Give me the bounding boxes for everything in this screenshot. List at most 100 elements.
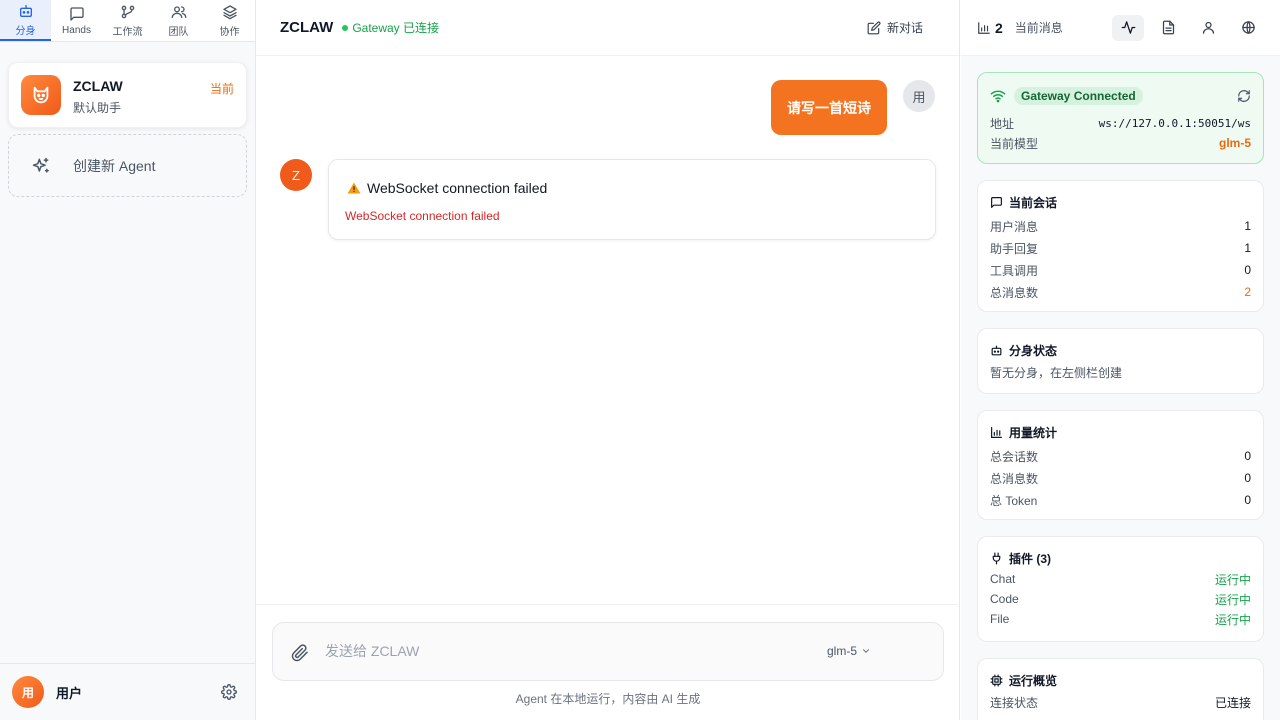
tab-label: 团队 — [168, 26, 189, 38]
message-square-icon — [991, 197, 1002, 208]
clones-empty: 暂无分身，在左侧栏创建 — [990, 361, 1251, 383]
bar-chart-icon — [978, 21, 990, 34]
stat-label: 连接状态 — [990, 695, 1039, 710]
stat-label: 总 Token — [990, 493, 1038, 508]
paperclip-icon[interactable] — [291, 644, 309, 662]
user-name: 用户 — [56, 685, 83, 701]
plugin-name: Code — [990, 592, 1019, 606]
stat-value: 已连接 — [1214, 695, 1251, 710]
gateway-model-row: 当前模型 glm-5 — [990, 133, 1251, 153]
sidebar-nav: 分身 Hands 工作流 团队 协作 — [0, 0, 255, 42]
layers-icon — [222, 4, 237, 19]
stat-row: 总消息数 0 — [990, 467, 1251, 489]
tab-hands[interactable]: Hands — [51, 0, 102, 41]
overview-stats: 连接状态 已连接 — [990, 691, 1251, 713]
tab-label: Hands — [62, 24, 91, 36]
edit-icon — [867, 21, 881, 34]
session-panel-title: 当前会话 — [990, 194, 1251, 211]
usage-title-text: 用量统计 — [1009, 426, 1058, 440]
sidebar: 分身 Hands 工作流 团队 协作 ZCLAW 默认助手 当前 创建新 Age… — [0, 0, 256, 720]
tab-collab[interactable]: 协作 — [204, 0, 255, 41]
tab-team[interactable]: 团队 — [153, 0, 204, 41]
error-title: WebSocket connection failed — [367, 180, 548, 196]
info-panel: 2 当前消息 Gateway Connected 地址 ws://127.0.0… — [961, 0, 1280, 720]
plugins-panel: 插件 (3) Chat 运行中 Code 运行中 File 运行中 — [977, 536, 1264, 642]
stat-row: 总 Token 0 — [990, 489, 1251, 511]
plugin-status: 运行中 — [1214, 612, 1251, 627]
status-view-button[interactable] — [1112, 14, 1144, 41]
gateway-status: Gateway 已连接 — [352, 21, 440, 35]
bar-chart-icon — [991, 427, 1002, 438]
message-count-label: 当前消息 — [1014, 21, 1063, 35]
assistant-avatar: Z — [280, 159, 312, 191]
refresh-icon[interactable] — [1237, 89, 1251, 103]
overview-panel-title: 运行概览 — [990, 672, 1251, 689]
session-panel: 当前会话 用户消息 1 助手回复 1 工具调用 0 总消息数 2 — [977, 180, 1264, 312]
stat-label: 用户消息 — [990, 219, 1039, 234]
user-avatar[interactable]: 用 — [12, 676, 44, 708]
address-label: 地址 — [990, 116, 1015, 131]
plugin-row: File 运行中 — [990, 609, 1251, 629]
stat-row: 用户消息 1 — [990, 215, 1251, 237]
new-chat-label: 新对话 — [886, 21, 923, 35]
overview-title-text: 运行概览 — [1009, 674, 1058, 688]
robot-icon — [19, 4, 32, 17]
tab-workflow[interactable]: 工作流 — [102, 0, 153, 41]
stat-row: 总消息数 2 — [990, 281, 1251, 303]
composer: glm-5 — [272, 622, 944, 681]
create-agent-button[interactable]: 创建新 Agent — [8, 134, 247, 197]
usage-panel-title: 用量统计 — [990, 424, 1251, 441]
plugins-title-text: 插件 (3) — [1009, 552, 1052, 566]
tab-clones[interactable]: 分身 — [0, 0, 51, 41]
file-text-icon — [1162, 20, 1174, 35]
files-view-button[interactable] — [1152, 15, 1184, 41]
plugin-name: File — [990, 612, 1010, 626]
model-select[interactable]: glm-5 — [827, 644, 871, 658]
cat-icon — [33, 86, 49, 104]
info-panel-header: 2 当前消息 — [961, 0, 1280, 56]
agent-card-zclaw[interactable]: ZCLAW 默认助手 当前 — [8, 62, 247, 128]
gear-icon[interactable] — [221, 684, 237, 700]
message-count: 2 — [995, 19, 1003, 36]
agent-view-button[interactable] — [1192, 15, 1224, 41]
usage-stats: 总会话数 0 总消息数 0 总 Token 0 — [990, 445, 1251, 511]
stat-value: 1 — [1244, 241, 1251, 255]
assistant-message: WebSocket connection failed WebSocket co… — [328, 159, 936, 240]
wifi-icon — [990, 90, 1006, 103]
agent-name: ZCLAW — [73, 78, 123, 94]
message-square-icon — [69, 6, 84, 21]
user-icon — [1202, 21, 1214, 34]
gateway-panel: Gateway Connected 地址 ws://127.0.0.1:5005… — [977, 72, 1264, 164]
plug-icon — [992, 552, 1001, 565]
new-chat-button[interactable]: 新对话 — [867, 19, 923, 36]
stat-value: 0 — [1244, 263, 1251, 277]
clones-empty-text: 暂无分身，在左侧栏创建 — [990, 365, 1123, 380]
tab-label: 协作 — [219, 26, 240, 38]
stat-label: 总消息数 — [990, 471, 1039, 486]
agent-avatar — [21, 75, 61, 115]
error-heading: WebSocket connection failed — [347, 180, 547, 196]
plugin-name: Chat — [990, 572, 1016, 586]
panel-toolbar — [1112, 14, 1264, 41]
model-label: 当前模型 — [990, 136, 1039, 151]
message-input[interactable] — [325, 639, 805, 663]
clones-panel-title: 分身状态 — [990, 342, 1251, 359]
gateway-panel-header: Gateway Connected — [990, 87, 1251, 105]
status-dot — [342, 24, 349, 31]
chat-area: ZCLAW Gateway 已连接 新对话 请写一首短诗 用 Z WebSock… — [256, 0, 960, 720]
plugin-row: Chat 运行中 — [990, 569, 1251, 589]
globe-icon — [1241, 21, 1255, 34]
user-message: 请写一首短诗 — [771, 80, 887, 135]
stat-value: 0 — [1244, 449, 1251, 463]
network-view-button[interactable] — [1232, 15, 1264, 41]
stat-label: 助手回复 — [990, 241, 1039, 256]
create-agent-label: 创建新 Agent — [73, 157, 156, 174]
chevron-down-icon — [862, 649, 870, 653]
stat-row: 工具调用 0 — [990, 259, 1251, 281]
stat-label: 总会话数 — [990, 449, 1039, 464]
cpu-icon — [990, 674, 1003, 687]
tab-label: 分身 — [15, 25, 36, 37]
user-message-avatar: 用 — [903, 80, 935, 112]
plugin-row: Code 运行中 — [990, 589, 1251, 609]
clones-title-text: 分身状态 — [1009, 344, 1058, 358]
